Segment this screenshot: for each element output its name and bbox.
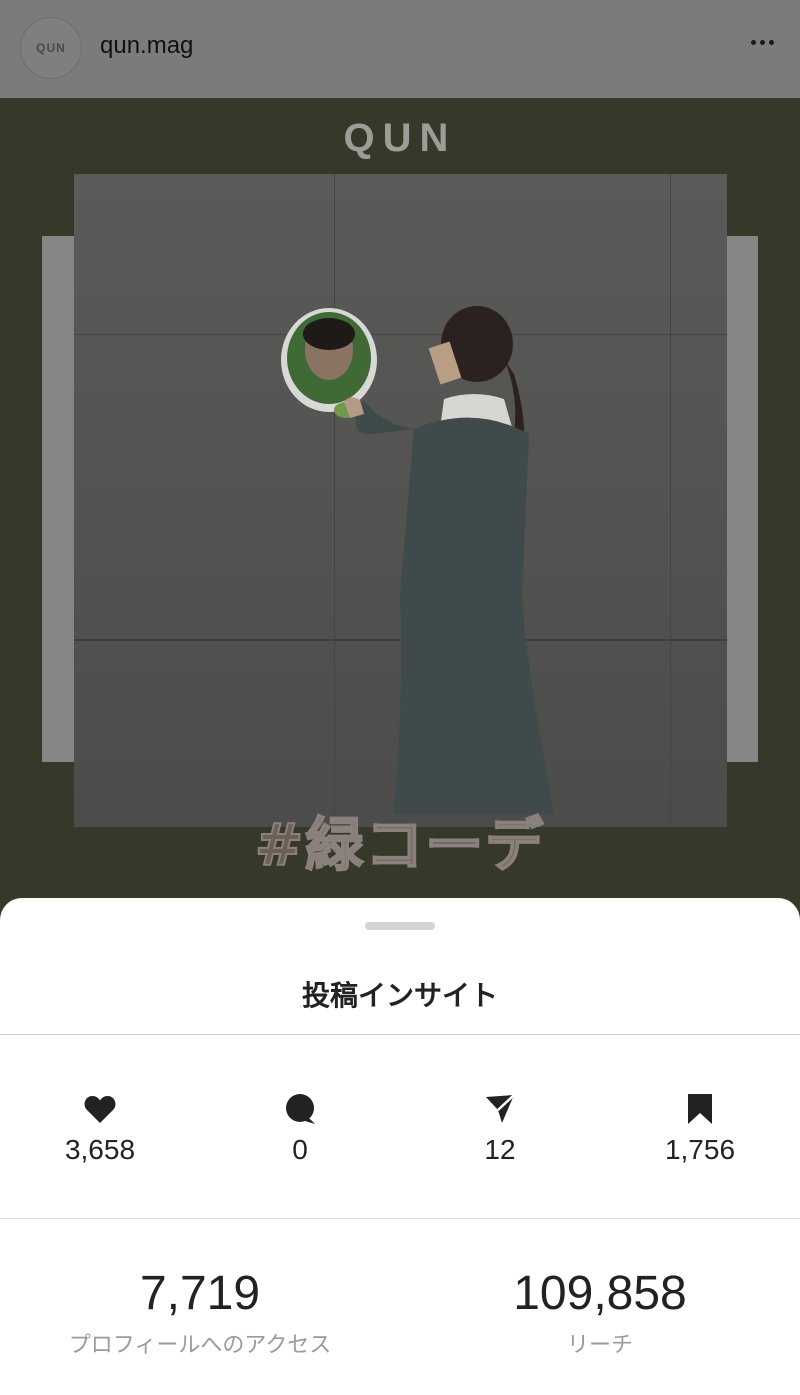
post-brand-text: QUN [343, 116, 457, 160]
person-illustration [281, 306, 554, 814]
post-photo [74, 174, 727, 827]
engagement-stats: 3,658 0 12 1,756 [0, 1092, 800, 1166]
post-hashtag-text: #緑コーデ [254, 810, 546, 880]
stat-saves: 1,756 [600, 1092, 800, 1166]
profile-visits-value: 7,719 [139, 1267, 261, 1320]
heart-icon [83, 1092, 117, 1126]
post-header: QUN qun.mag [0, 0, 800, 98]
bookmark-icon [683, 1092, 717, 1126]
profile-visits-label: プロフィールへのアクセス [68, 1333, 332, 1358]
send-icon [483, 1092, 517, 1126]
stat-value: 1,756 [664, 1134, 736, 1165]
reach-block: 109,858 リーチ [400, 1266, 800, 1359]
reach-value: 109,858 [513, 1267, 687, 1320]
summary-stats: 7,719 プロフィールへのアクセス 109,858 リーチ [0, 1266, 800, 1359]
avatar-text: QUN [36, 41, 66, 55]
stat-shares: 12 [400, 1092, 600, 1166]
divider [0, 1218, 800, 1219]
divider [0, 1034, 800, 1035]
stat-value: 12 [484, 1134, 516, 1165]
stat-value: 3,658 [64, 1134, 136, 1165]
stat-value: 0 [292, 1134, 308, 1165]
comment-icon [283, 1092, 317, 1126]
insights-sheet: 投稿インサイト 3,658 0 12 1,756 7,719 プロフィールへのア… [0, 898, 800, 1395]
sheet-drag-handle[interactable] [365, 922, 435, 930]
more-options-icon[interactable] [751, 40, 774, 45]
stat-comments: 0 [200, 1092, 400, 1166]
profile-visits-block: 7,719 プロフィールへのアクセス [0, 1266, 400, 1359]
post-side-panel-right [724, 236, 758, 762]
avatar[interactable]: QUN [20, 17, 82, 79]
sheet-title: 投稿インサイト [301, 979, 498, 1012]
stat-likes: 3,658 [0, 1092, 200, 1166]
reach-label: リーチ [566, 1333, 633, 1358]
post-image[interactable]: QUN #緑コーデ [0, 98, 800, 918]
post-side-panel-left [42, 236, 76, 762]
username[interactable]: qun.mag [100, 32, 193, 60]
